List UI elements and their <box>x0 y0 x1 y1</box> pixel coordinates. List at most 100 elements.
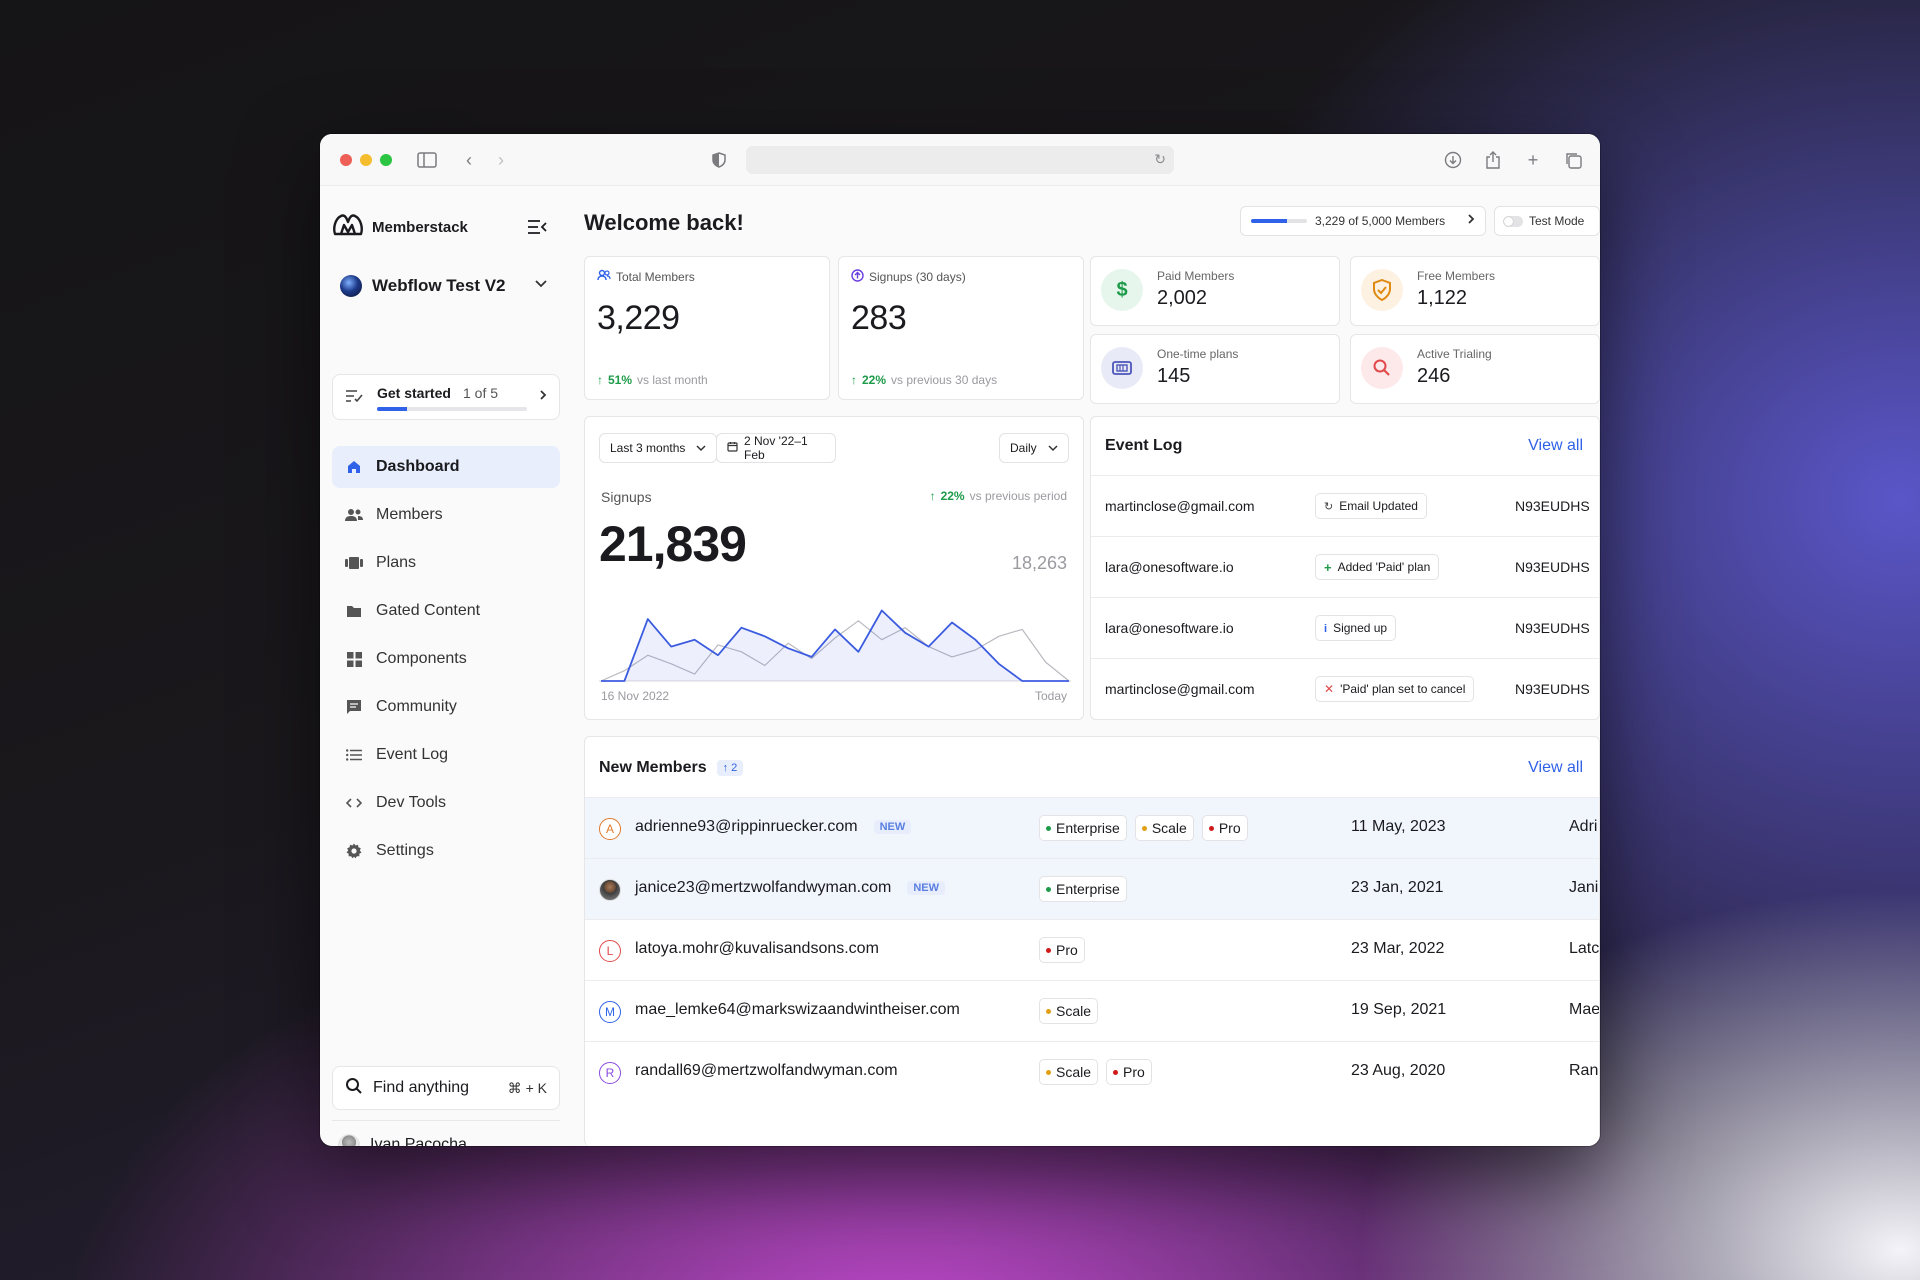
event-email: lara@onesoftware.io <box>1105 559 1234 575</box>
signups-card[interactable]: Signups (30 days) 283 ↑ 22% vs previous … <box>838 256 1084 400</box>
download-icon[interactable] <box>1440 147 1466 173</box>
table-row[interactable]: Aadrienne93@rippinruecker.com NEW Enterpri… <box>585 797 1599 858</box>
date-range-label: Last 3 months <box>610 441 686 455</box>
browser-window: ‹ › ↻ + Memberstack Webflow Test V2 Get … <box>320 134 1600 1146</box>
users-icon <box>344 505 364 525</box>
find-anything-button[interactable]: Find anything ⌘ + K <box>332 1066 560 1110</box>
tab-overview-icon[interactable] <box>1560 147 1586 173</box>
user-menu[interactable]: Ivan Pacocha <box>338 1134 467 1146</box>
event-type-label: 'Paid' plan set to cancel <box>1340 682 1466 696</box>
users-icon <box>597 269 611 284</box>
sidebar-item-members[interactable]: Members <box>332 494 560 536</box>
signup-icon <box>851 269 864 285</box>
interval-select[interactable]: Daily <box>999 433 1069 463</box>
sidebar-item-label: Community <box>376 698 457 715</box>
table-row[interactable]: janice23@mertzwolfandwyman.com NEW Enterpr… <box>585 858 1599 919</box>
change-compare: vs previous 30 days <box>891 373 998 387</box>
minimize-window-button[interactable] <box>360 154 372 166</box>
address-bar[interactable]: ↻ <box>746 146 1174 174</box>
plan-tag: Pro <box>1201 815 1248 841</box>
workspace-switcher[interactable]: Webflow Test V2 <box>340 272 556 300</box>
event-log-row[interactable]: lara@onesoftware.io i Signed up N93EUDHS <box>1091 597 1599 658</box>
event-log-view-all-link[interactable]: View all <box>1528 437 1583 455</box>
chart-label: Signups <box>601 489 652 505</box>
sidebar-item-gated-content[interactable]: Gated Content <box>332 590 560 632</box>
ticket-icon <box>1101 347 1143 389</box>
members-usage-button[interactable]: 3,229 of 5,000 Members <box>1240 206 1486 236</box>
sidebar-item-dev-tools[interactable]: Dev Tools <box>332 782 560 824</box>
table-row[interactable]: Llatoya.mohr@kuvalisandsons.com Pro 23 Mar… <box>585 919 1599 980</box>
sidebar-item-community[interactable]: Community <box>332 686 560 728</box>
stat-label: Signups (30 days) <box>869 270 966 284</box>
reload-icon[interactable]: ↻ <box>1154 151 1166 168</box>
event-log-row[interactable]: martinclose@gmail.com ↻ Email Updated N93EU… <box>1091 475 1599 536</box>
sidebar-item-dashboard[interactable]: Dashboard <box>332 446 560 488</box>
toggle-switch <box>1503 215 1523 227</box>
sidebar-item-label: Components <box>376 650 467 667</box>
plan-tag: Scale <box>1039 1059 1099 1085</box>
home-icon <box>344 457 364 477</box>
sidebar-item-label: Gated Content <box>376 602 481 619</box>
date-picker-label: 2 Nov '22–1 Feb <box>744 434 808 462</box>
sidebar-toggle-icon[interactable] <box>414 147 440 173</box>
plan-color-dot <box>1046 1008 1051 1014</box>
arrow-up-icon: ↑ <box>851 373 857 387</box>
collapse-sidebar-icon[interactable] <box>526 218 548 236</box>
new-members-title: New Members <box>599 759 707 776</box>
memberstack-logo-icon <box>332 212 364 243</box>
date-range-select[interactable]: Last 3 months <box>599 433 717 463</box>
browser-toolbar: ‹ › ↻ + <box>320 134 1600 186</box>
workspace-avatar <box>340 275 362 297</box>
sidebar-item-plans[interactable]: Plans <box>332 542 560 584</box>
avatar <box>599 879 621 901</box>
chat-icon <box>344 697 364 717</box>
sidebar-nav: Dashboard Members Plans Gated Content Compon… <box>332 446 560 878</box>
search-icon <box>345 1077 363 1100</box>
chart-change-compare: vs previous period <box>969 489 1067 503</box>
plan-color-dot <box>1141 825 1147 831</box>
date-picker-button[interactable]: 2 Nov '22–1 Feb <box>716 433 836 463</box>
chevron-right-icon <box>1467 213 1475 228</box>
plans-icon <box>344 553 364 573</box>
brand-name: Memberstack <box>372 219 468 236</box>
brand[interactable]: Memberstack <box>332 212 468 243</box>
forward-icon[interactable]: › <box>488 147 514 173</box>
plan-name: Enterprise <box>1056 820 1120 836</box>
sidebar-item-settings[interactable]: Settings <box>332 830 560 872</box>
privacy-shield-icon[interactable] <box>706 147 732 173</box>
share-icon[interactable] <box>1480 147 1506 173</box>
one-time-plans-card[interactable]: One-time plans 145 <box>1090 334 1340 404</box>
test-mode-label: Test Mode <box>1529 214 1585 228</box>
sidebar-item-components[interactable]: Components <box>332 638 560 680</box>
mini-stat-label: Paid Members <box>1157 269 1235 283</box>
sidebar-item-label: Event Log <box>376 746 449 763</box>
close-window-button[interactable] <box>340 154 352 166</box>
sidebar-item-label: Dev Tools <box>376 794 446 811</box>
get-started-count: 1 of 5 <box>463 385 499 401</box>
back-icon[interactable]: ‹ <box>456 147 482 173</box>
sidebar-item-event-log[interactable]: Event Log <box>332 734 560 776</box>
event-log-row[interactable]: lara@onesoftware.io + Added 'Paid' plan N93… <box>1091 536 1599 597</box>
maximize-window-button[interactable] <box>380 154 392 166</box>
new-members-view-all-link[interactable]: View all <box>1528 759 1583 777</box>
table-row[interactable]: Mmae_lemke64@markswizaandwintheiser.com S… <box>585 980 1599 1041</box>
member-email: randall69@mertzwolfandwyman.com <box>635 1062 898 1079</box>
event-log-row[interactable]: martinclose@gmail.com ✕ 'Paid' plan set to… <box>1091 658 1599 719</box>
avatar: A <box>599 818 621 840</box>
free-members-card[interactable]: Free Members 1,122 <box>1350 256 1600 326</box>
interval-label: Daily <box>1010 441 1037 455</box>
member-plans: Enterprise Scale Pro <box>1039 815 1248 841</box>
refresh-icon: ↻ <box>1324 501 1334 513</box>
plan-tag: Scale <box>1134 815 1194 841</box>
plan-color-dot <box>1046 886 1051 892</box>
grid-icon <box>344 649 364 669</box>
new-tab-icon[interactable]: + <box>1520 147 1546 173</box>
table-row[interactable]: Rrandall69@mertzwolfandwyman.com Scale Pro… <box>585 1041 1599 1102</box>
active-trialing-card[interactable]: Active Trialing 246 <box>1350 334 1600 404</box>
paid-members-card[interactable]: $ Paid Members 2,002 <box>1090 256 1340 326</box>
total-members-card[interactable]: Total Members 3,229 ↑ 51% vs last month <box>584 256 830 400</box>
signups-change: ↑ 22% vs previous 30 days <box>851 373 997 387</box>
member-plans: Enterprise <box>1039 876 1127 902</box>
test-mode-toggle[interactable]: Test Mode <box>1494 206 1600 236</box>
get-started-card[interactable]: Get started 1 of 5 <box>332 374 560 420</box>
